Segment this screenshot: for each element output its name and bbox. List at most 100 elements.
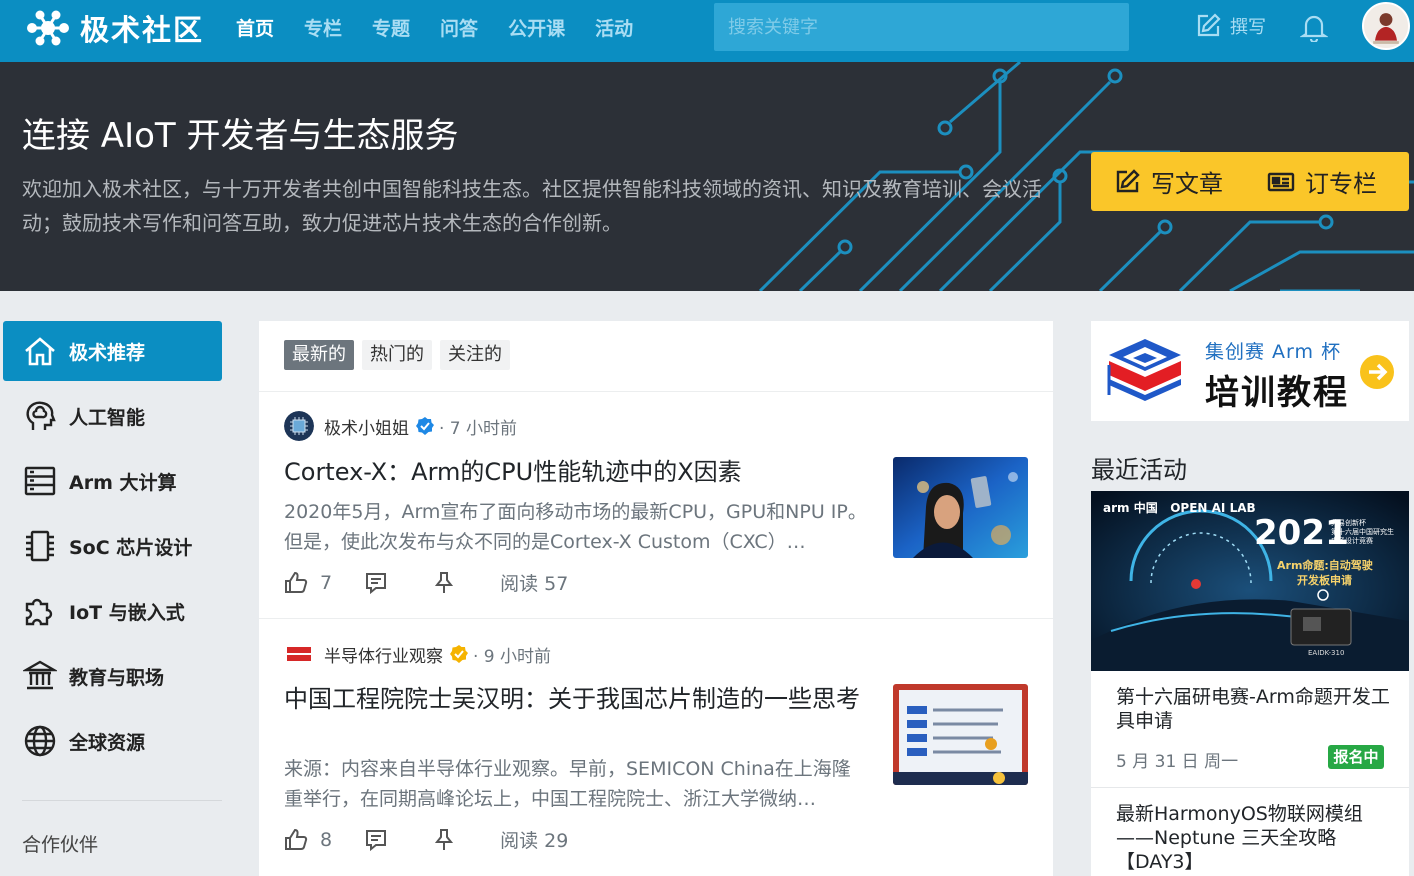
banner-board-label: EAIDK-310 [1308, 649, 1345, 657]
promo-title: 培训教程 [1205, 373, 1349, 413]
post-thumbnail[interactable] [893, 684, 1028, 785]
institution-icon [23, 660, 57, 690]
post-time: · 9 小时前 [473, 646, 552, 667]
recent-activities-heading: 最近活动 [1091, 456, 1187, 484]
hero-banner: 连接 AIoT 开发者与生态服务 欢迎加入极术社区，与十万开发者共创中国智能科技… [0, 62, 1414, 291]
banner-topic-2: 开发板申请 [1297, 574, 1352, 587]
nav-topics[interactable]: 专题 [372, 14, 410, 41]
like-button[interactable]: 7 [284, 571, 332, 595]
like-count: 7 [320, 571, 333, 594]
edit-icon [1116, 168, 1140, 192]
pin-icon [435, 828, 454, 850]
brand-name: 极术社区 [80, 13, 205, 47]
feed-panel: 最新的 热门的 关注的 极术小姐姐 · 7 小时前 Cortex-X：Arm的C… [259, 321, 1053, 876]
verified-badge-icon [416, 417, 434, 435]
thumbs-up-icon [285, 828, 308, 850]
puzzle-icon [25, 598, 53, 626]
hero-title: 连接 AIoT 开发者与生态服务 [22, 116, 459, 156]
write-button[interactable]: 撰写 [1194, 12, 1266, 40]
site-logo[interactable]: 极术社区 [22, 8, 204, 48]
chip-avatar-icon [284, 411, 314, 441]
sidebar-item-iot[interactable]: IoT 与嵌入式 [3, 581, 222, 641]
nav-home[interactable]: 首页 [236, 14, 274, 41]
post-meta: 半导体行业观察 · 9 小时前 [284, 639, 551, 669]
cube-logo-icon [1107, 339, 1181, 401]
sidebar-item-label: 全球资源 [69, 731, 146, 754]
event-title[interactable]: 第十六届研电赛-Arm命题开发工具申请 [1116, 685, 1396, 733]
status-badge: 报名中 [1328, 745, 1384, 769]
feed-divider [259, 618, 1053, 619]
banner-brand: arm 中国 OPEN AI LAB [1103, 501, 1256, 515]
post-excerpt: 来源：内容来自半导体行业观察。早前，SEMICON China在上海隆重举行，在… [284, 758, 851, 810]
sidebar-item-label: SoC 芯片设计 [69, 536, 193, 559]
comment-icon [366, 829, 387, 851]
chip-icon [26, 530, 54, 562]
nav-events[interactable]: 活动 [595, 14, 633, 41]
sidebar-item-ai[interactable]: 人工智能 [3, 386, 222, 446]
sidebar-item-soc-design[interactable]: SoC 芯片设计 [3, 516, 222, 576]
post-title[interactable]: Cortex-X：Arm的CPU性能轨迹中的X因素 [284, 457, 869, 487]
nav-courses[interactable]: 公开课 [508, 14, 565, 41]
autonomous-driving-banner-icon [1091, 491, 1409, 671]
pin-button[interactable] [432, 828, 468, 852]
top-navbar: 极术社区 首页 专栏 专题 问答 公开课 活动 撰写 [0, 0, 1414, 62]
post-thumbnail[interactable] [893, 457, 1028, 558]
partners-link[interactable]: 合作伙伴 [22, 830, 98, 857]
event-card: 最新HarmonyOS物联网模组——Neptune 三天全攻略【DAY3】 [1091, 787, 1409, 876]
post-excerpt: 2020年5月，Arm宣布了面向移动市场的最新CPU，GPU和NPU IP。但是… [284, 501, 867, 553]
event-banner[interactable]: arm 中国 OPEN AI LAB 2021 兆易创新杯 第十六届中国研究生 … [1091, 491, 1409, 671]
author-avatar[interactable] [284, 411, 314, 441]
event-date: 5 月 31 日 周一 [1116, 752, 1239, 772]
write-article-label: 写文章 [1151, 170, 1223, 198]
sidebar-item-label: Arm 大计算 [69, 471, 177, 494]
post-stats: 8 阅读 29 [284, 826, 568, 853]
conference-slide-image-icon [893, 684, 1028, 785]
main-nav: 首页 专栏 专题 问答 公开课 活动 [236, 0, 663, 54]
comment-button[interactable] [364, 828, 400, 852]
comment-button[interactable] [364, 571, 400, 595]
search-input[interactable] [714, 3, 1129, 51]
hero-description: 欢迎加入极术社区，与十万开发者共创中国智能科技生态。社区提供智能科技领域的资讯、… [22, 177, 1042, 235]
training-promo-card[interactable]: 集创赛 Arm 杯 培训教程 [1091, 321, 1409, 421]
like-button[interactable]: 8 [284, 828, 332, 852]
thumbs-up-icon [285, 571, 308, 593]
nav-qa[interactable]: 问答 [440, 14, 478, 41]
pin-button[interactable] [432, 571, 468, 595]
tab-latest[interactable]: 最新的 [284, 340, 354, 370]
pin-icon [435, 571, 454, 593]
nav-columns[interactable]: 专栏 [304, 14, 342, 41]
post-title[interactable]: 中国工程院院士吴汉明：关于我国芯片制造的一些思考 [284, 684, 869, 714]
subscribe-column-button[interactable]: 订专栏 [1267, 164, 1377, 199]
server-icon [24, 466, 56, 496]
comment-icon [366, 572, 387, 594]
banner-topic: Arm命题:自动驾驶 [1277, 559, 1373, 572]
arrow-right-circle-icon [1360, 355, 1394, 389]
sidebar-item-global[interactable]: 全球资源 [3, 711, 222, 771]
write-article-button[interactable]: 写文章 [1113, 164, 1223, 199]
sidebar-item-recommended[interactable]: 极术推荐 [3, 321, 222, 381]
avatar-figure-icon [1364, 4, 1408, 48]
author-avatar[interactable] [284, 639, 314, 669]
woman-with-phone-image-icon [893, 457, 1028, 558]
bell-icon[interactable] [1300, 12, 1328, 42]
post-stats: 7 阅读 57 [284, 569, 568, 596]
event-title[interactable]: 最新HarmonyOS物联网模组——Neptune 三天全攻略【DAY3】 [1116, 802, 1396, 874]
hero-actions: 写文章 订专栏 [1091, 152, 1409, 211]
user-avatar[interactable] [1362, 2, 1410, 50]
tab-following[interactable]: 关注的 [440, 340, 510, 370]
feed-tabs: 最新的 热门的 关注的 [284, 340, 518, 370]
edit-icon [1197, 13, 1221, 37]
globe-icon [24, 725, 56, 757]
sidebar-item-label: IoT 与嵌入式 [69, 601, 185, 624]
sidebar-item-education[interactable]: 教育与职场 [3, 646, 222, 706]
tab-hot[interactable]: 热门的 [362, 340, 432, 370]
brain-head-icon [26, 401, 56, 430]
author-name[interactable]: 半导体行业观察 [324, 642, 443, 667]
sidebar-divider [22, 800, 222, 801]
post-time: · 7 小时前 [439, 418, 518, 439]
write-label: 撰写 [1230, 17, 1266, 38]
sidebar-item-arm-compute[interactable]: Arm 大计算 [3, 451, 222, 511]
event-card: arm 中国 OPEN AI LAB 2021 兆易创新杯 第十六届中国研究生 … [1091, 491, 1409, 787]
sidebar-item-label: 人工智能 [69, 406, 146, 429]
author-name[interactable]: 极术小姐姐 [324, 414, 409, 439]
